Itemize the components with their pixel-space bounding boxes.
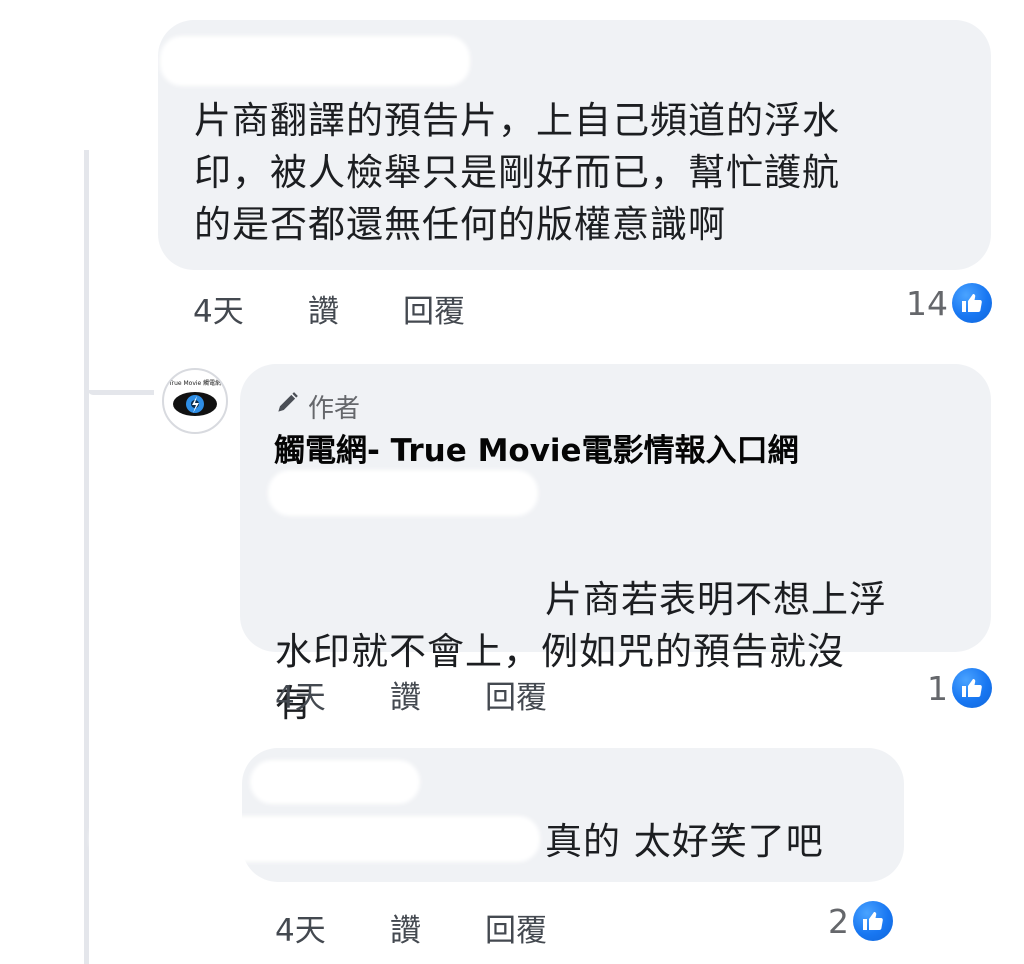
comment-time-2[interactable]: 4天 [275, 672, 390, 717]
avatar[interactable]: True Movie 觸電網 [162, 368, 228, 434]
thumbs-up-icon [853, 901, 893, 941]
comment-actions-3: 4天 讚 回覆 [275, 905, 547, 950]
avatar-text: True Movie 觸電網 [168, 379, 221, 387]
redacted-mention-2 [90, 816, 540, 862]
reply-button-3[interactable]: 回覆 [485, 905, 547, 950]
comment-actions-2: 4天 讚 回覆 [275, 672, 547, 717]
comment-time-3[interactable]: 4天 [275, 905, 390, 950]
like-button-3[interactable]: 讚 [390, 905, 485, 950]
redacted-commenter-name-2 [250, 760, 420, 804]
reaction-count-3[interactable]: 2 [828, 901, 893, 941]
like-button-2[interactable]: 讚 [390, 672, 485, 717]
reply-button-2[interactable]: 回覆 [485, 672, 547, 717]
author-name-link[interactable]: 觸電網- True Movie電影情報入口網 [274, 425, 799, 470]
like-button-1[interactable]: 讚 [308, 286, 403, 331]
thumbs-up-icon [952, 283, 992, 323]
comment-text-2-line-1: 片商若表明不想上浮 水印就不會上，例如咒的預告就沒 有 [275, 522, 975, 782]
reply-button-1[interactable]: 回覆 [403, 286, 465, 331]
comment-text-1: 片商翻譯的預告片，上自己頻道的浮水 印，被人檢舉只是剛好而已，幫忙護航 的是否都… [194, 99, 840, 246]
thread-line-vertical [84, 150, 89, 964]
reaction-number-2: 1 [927, 668, 948, 708]
reaction-number-1: 14 [906, 283, 948, 323]
reaction-count-1[interactable]: 14 [906, 283, 992, 323]
pen-icon [274, 390, 300, 423]
redacted-commenter-name [160, 36, 470, 86]
reaction-count-2[interactable]: 1 [927, 668, 992, 708]
comment-actions-1: 4天 讚 回覆 [193, 286, 465, 331]
author-badge-label: 作者 [308, 394, 361, 424]
author-badge: 作者 [274, 388, 360, 425]
comment-text-3: 真的 太好笑了吧 [545, 820, 824, 863]
comment-time-1[interactable]: 4天 [193, 286, 308, 331]
thumbs-up-icon [952, 668, 992, 708]
reaction-number-3: 2 [828, 901, 849, 941]
thread-line-branch [88, 390, 154, 395]
